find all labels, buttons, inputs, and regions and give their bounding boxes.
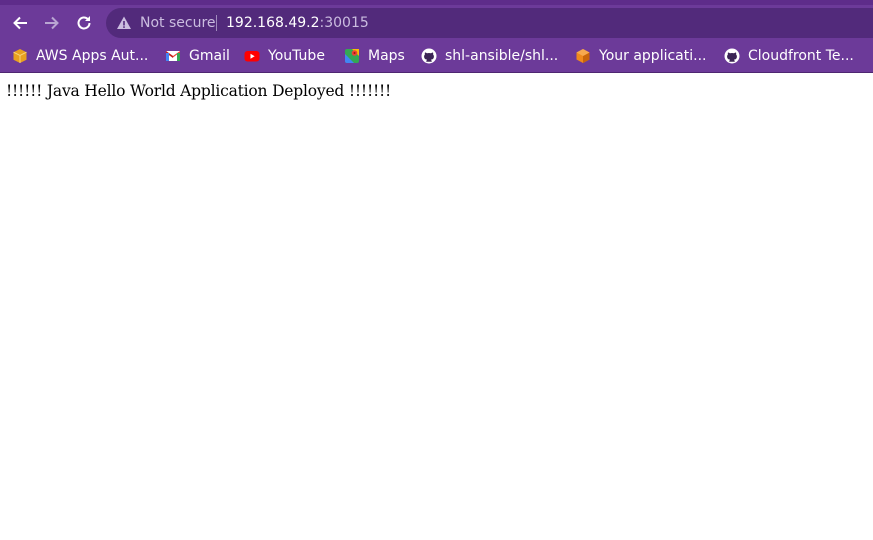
bookmark-gmail[interactable]: Gmail — [165, 40, 230, 72]
youtube-icon — [244, 48, 260, 64]
reload-button[interactable] — [68, 5, 100, 40]
bookmark-youtube[interactable]: YouTube — [244, 40, 325, 72]
bookmark-your-application[interactable]: Your applicati... — [575, 40, 706, 72]
arrow-right-icon — [45, 16, 59, 29]
aws-box-icon — [12, 48, 28, 64]
gmail-icon — [165, 48, 181, 64]
github-icon — [421, 48, 437, 64]
bookmark-label: Gmail — [189, 48, 230, 64]
bookmark-label: Cloudfront Te... — [748, 48, 854, 64]
back-button[interactable] — [4, 5, 36, 40]
arrow-left-icon — [13, 16, 27, 29]
github-icon — [724, 48, 740, 64]
cube-icon — [575, 48, 591, 64]
security-status-label[interactable]: Not secure — [140, 15, 216, 31]
maps-icon — [344, 48, 360, 64]
bookmark-label: Your applicati... — [599, 48, 707, 64]
warning-icon[interactable] — [116, 15, 132, 31]
bookmark-shl-ansible[interactable]: shl-ansible/shl... — [421, 40, 558, 72]
url-port: :30015 — [319, 15, 369, 31]
url-host: 192.168.49.2 — [226, 15, 320, 31]
url-text[interactable]: 192.168.49.2:30015 — [226, 15, 369, 31]
browser-toolbar: Not secure 192.168.49.2:30015 — [0, 5, 873, 40]
address-bar[interactable]: Not secure 192.168.49.2:30015 — [106, 8, 873, 38]
bookmark-maps[interactable]: Maps — [344, 40, 405, 72]
page-body-text: !!!!!! Java Hello World Application Depl… — [6, 82, 392, 100]
bookmark-label: AWS Apps Aut... — [36, 48, 149, 64]
omnibox-separator — [216, 15, 217, 31]
reload-icon — [77, 15, 91, 29]
bookmark-label: shl-ansible/shl... — [445, 48, 559, 64]
bookmark-cloudfront[interactable]: Cloudfront Te... — [724, 40, 854, 72]
bookmark-label: Maps — [368, 48, 405, 64]
bookmark-aws-apps[interactable]: AWS Apps Aut... — [12, 40, 148, 72]
forward-button[interactable] — [36, 5, 68, 40]
bookmarks-bar: AWS Apps Aut... Gmail YouTube Maps shl-a… — [0, 40, 873, 73]
bookmark-label: YouTube — [268, 48, 325, 64]
